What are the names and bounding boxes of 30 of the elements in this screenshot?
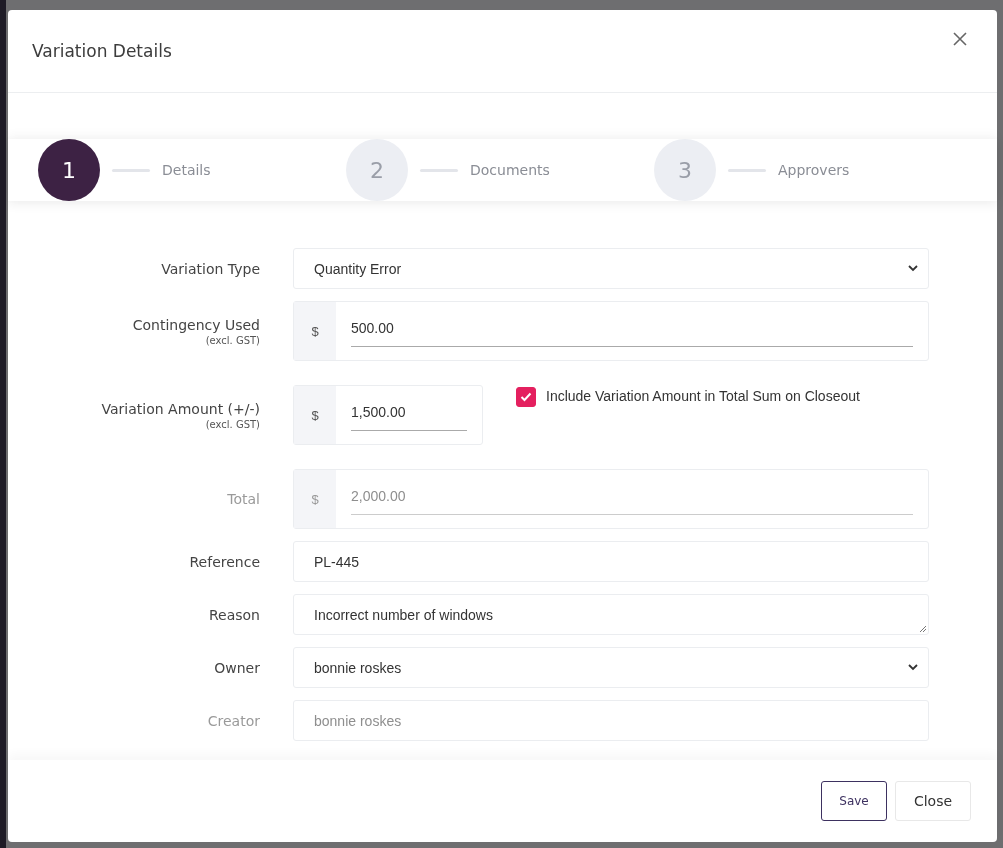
checkbox[interactable] [516,387,536,407]
amount-field[interactable]: $ 500.00 [293,301,929,361]
close-button[interactable]: Close [895,781,971,821]
field-label: Variation Type [161,260,260,277]
chevron-down-icon [908,664,918,671]
close-icon[interactable] [953,32,967,46]
field-label: Total [227,491,260,507]
input-field[interactable]: PL-445 [293,541,929,582]
field-label: Reference [189,553,260,570]
currency-prefix: $ [294,470,336,528]
chevron-down-icon [908,265,918,272]
field-note: (excl. GST) [205,334,260,346]
dialog-title: Variation Details [32,41,172,61]
currency-prefix: $ [294,302,336,360]
field-label: Contingency Used [132,316,260,333]
field-note: (excl. GST) [205,418,260,430]
step-number[interactable]: 1 [38,139,100,201]
checkbox-label: Include Variation Amount in Total Sum on Closeout [546,387,860,405]
amount-field[interactable]: $ 1,500.00 [293,385,483,445]
field-label: Owner [214,659,260,676]
text-area[interactable]: Incorrect number of windows [293,594,929,635]
save-button[interactable]: Save [821,781,887,821]
select-field[interactable]: bonnie roskes [293,647,929,688]
field-label: Creator [207,712,260,729]
resize-handle-icon[interactable] [919,625,926,632]
field-label: Reason [208,606,260,623]
field-label: Variation Amount (+/-) [101,400,260,417]
currency-prefix: $ [294,386,336,444]
select-field[interactable]: Quantity Error [293,248,929,289]
check-icon [520,392,532,402]
